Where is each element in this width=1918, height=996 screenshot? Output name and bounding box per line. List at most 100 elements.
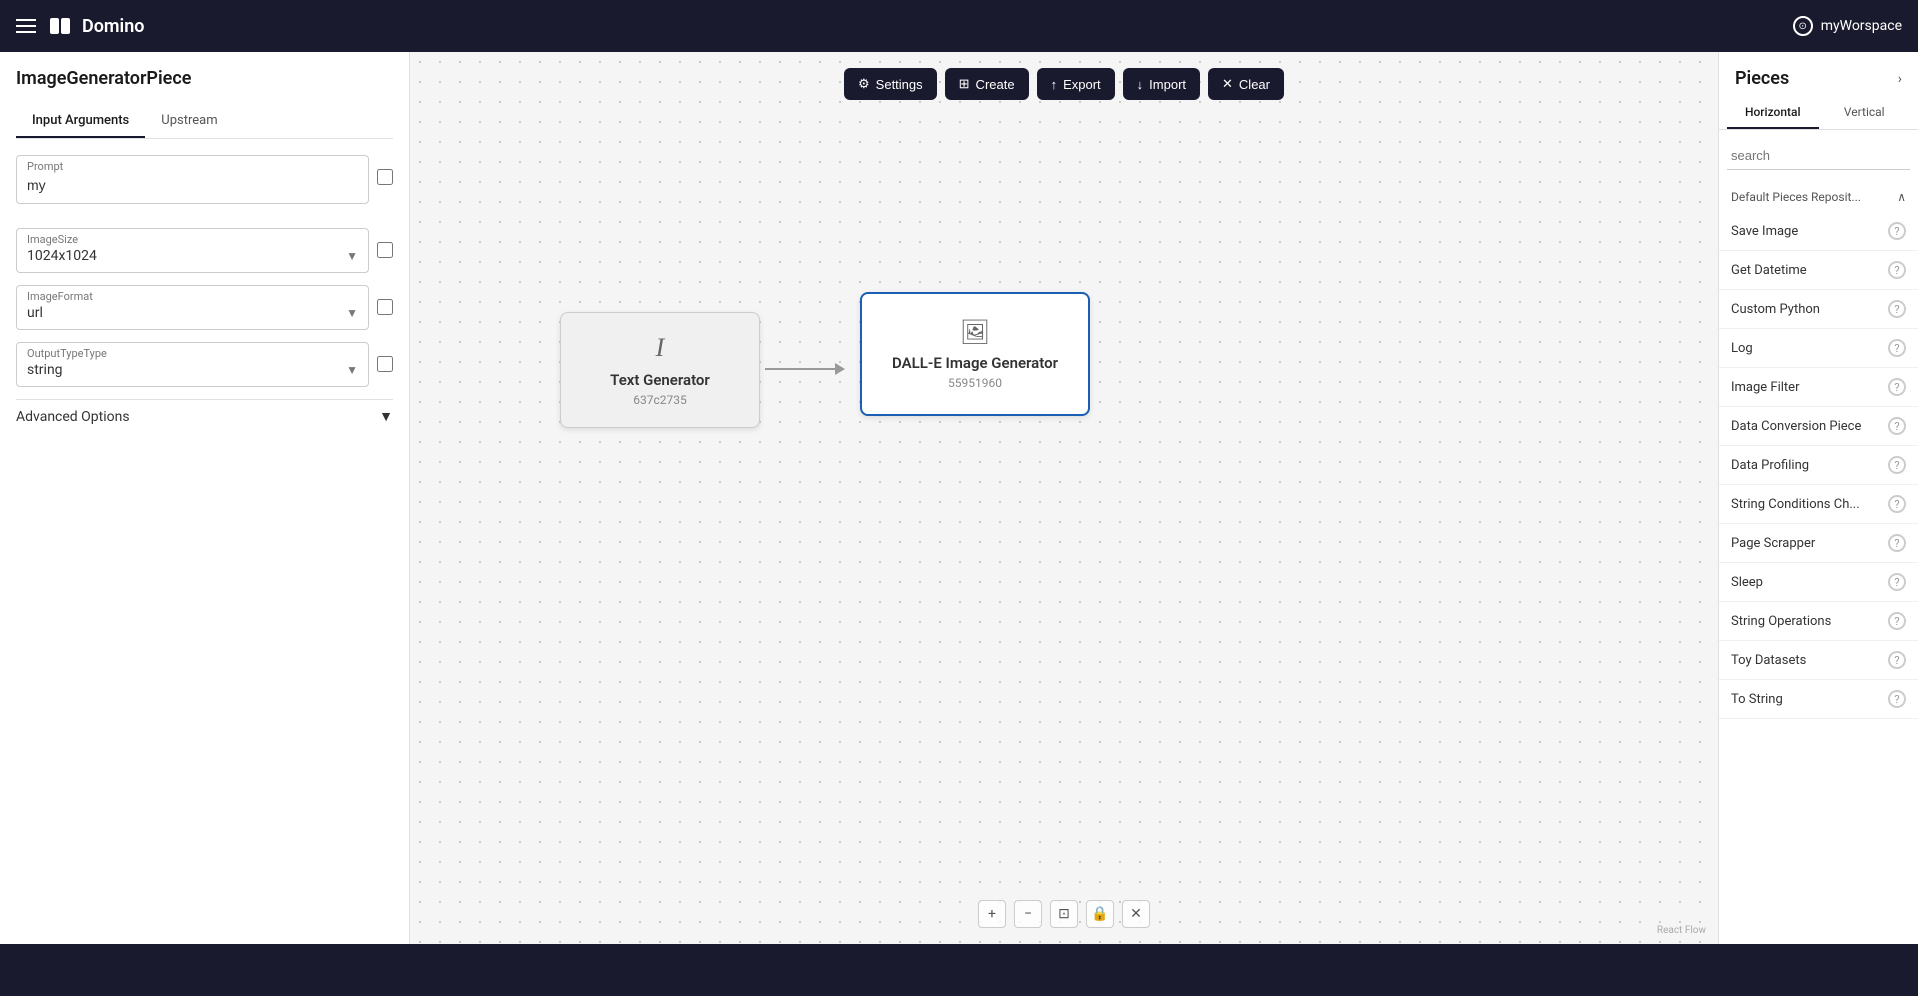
pieces-search-input[interactable] (1727, 142, 1910, 170)
piece-item[interactable]: Custom Python? (1719, 290, 1918, 329)
piece-item[interactable]: String Operations? (1719, 602, 1918, 641)
piece-item-help-icon[interactable]: ? (1888, 339, 1906, 357)
piece-item[interactable]: Toy Datasets? (1719, 641, 1918, 680)
outputtypetype-field-wrapper: OutputTypeType string ▼ (16, 342, 369, 387)
piece-item[interactable]: Log? (1719, 329, 1918, 368)
right-panel: Pieces › Horizontal Vertical Default Pie… (1718, 52, 1918, 944)
settings-icon: ⚙ (858, 76, 870, 92)
input-tab-bar: Input Arguments Upstream (16, 105, 393, 139)
pieces-section-toggle[interactable]: ∧ (1897, 190, 1906, 204)
import-label: Import (1149, 77, 1186, 92)
prompt-label: Prompt (27, 160, 358, 173)
imageformat-select[interactable]: url ▼ (27, 305, 358, 321)
piece-item-label: Get Datetime (1731, 263, 1888, 278)
app-logo: Domino (48, 14, 144, 38)
clear-button[interactable]: ✕ Clear (1208, 68, 1284, 100)
tab-vertical[interactable]: Vertical (1819, 97, 1911, 129)
piece-item-label: Custom Python (1731, 302, 1888, 317)
pieces-section-header: Default Pieces Reposit... ∧ (1719, 182, 1918, 212)
left-panel: ImageGeneratorPiece Input Arguments Upst… (0, 52, 410, 944)
advanced-options-toggle[interactable]: Advanced Options ▼ (16, 399, 393, 433)
piece-item-label: Data Profiling (1731, 458, 1888, 473)
imagesize-checkbox[interactable] (377, 242, 393, 258)
hamburger-menu[interactable] (16, 19, 36, 33)
canvas-area: ⚙ Settings ⊞ Create ↑ Export ↓ Import ✕ … (410, 52, 1718, 944)
piece-item[interactable]: Save Image? (1719, 212, 1918, 251)
piece-item-help-icon[interactable]: ? (1888, 261, 1906, 279)
imageformat-label: ImageFormat (27, 290, 358, 303)
fit-button[interactable]: ⊡ (1050, 900, 1078, 928)
dalle-id: 55951960 (882, 376, 1068, 390)
piece-item-label: Toy Datasets (1731, 653, 1888, 668)
piece-item[interactable]: Get Datetime? (1719, 251, 1918, 290)
piece-item[interactable]: Page Scrapper? (1719, 524, 1918, 563)
flow-arrow (765, 363, 845, 375)
import-button[interactable]: ↓ Import (1123, 68, 1200, 100)
lock-button[interactable]: 🔒 (1086, 900, 1114, 928)
outputtypetype-arrow-icon: ▼ (346, 363, 358, 377)
imageformat-field-wrapper: ImageFormat url ▼ (16, 285, 369, 330)
tab-input-arguments[interactable]: Input Arguments (16, 105, 145, 138)
react-flow-label: React Flow (1657, 925, 1706, 936)
imageformat-checkbox[interactable] (377, 299, 393, 315)
piece-item-help-icon[interactable]: ? (1888, 456, 1906, 474)
zoom-out-button[interactable]: − (1014, 900, 1042, 928)
clear-icon: ✕ (1222, 76, 1233, 92)
settings-label: Settings (876, 77, 923, 92)
pieces-list: Save Image?Get Datetime?Custom Python?Lo… (1719, 212, 1918, 719)
piece-item-label: Log (1731, 341, 1888, 356)
dalle-title: DALL-E Image Generator (882, 354, 1068, 372)
piece-item[interactable]: Data Profiling? (1719, 446, 1918, 485)
text-generator-icon: I (577, 333, 743, 363)
domino-logo-icon (48, 14, 72, 38)
imagesize-select-wrapper: ImageSize 1024x1024 ▼ (16, 228, 369, 273)
piece-item-help-icon[interactable]: ? (1888, 300, 1906, 318)
pieces-tab-bar: Horizontal Vertical (1719, 97, 1918, 130)
outputtypetype-select[interactable]: string ▼ (27, 362, 358, 378)
arrow-line (765, 368, 835, 370)
right-panel-title: Pieces (1735, 68, 1789, 89)
outputtypetype-select-wrapper: OutputTypeType string ▼ (16, 342, 369, 387)
zoom-in-button[interactable]: + (978, 900, 1006, 928)
user-avatar-icon: ⊙ (1793, 16, 1813, 36)
clear-label: Clear (1239, 77, 1270, 92)
right-panel-toggle-button[interactable]: › (1898, 71, 1902, 87)
piece-item-help-icon[interactable]: ? (1888, 534, 1906, 552)
piece-item-label: Image Filter (1731, 380, 1888, 395)
arrow-head-icon (835, 363, 845, 375)
text-generator-node[interactable]: I Text Generator 637c2735 (560, 312, 760, 428)
piece-item[interactable]: Image Filter? (1719, 368, 1918, 407)
settings-button[interactable]: ⚙ Settings (844, 68, 937, 100)
prompt-checkbox[interactable] (377, 169, 393, 185)
piece-item[interactable]: Data Conversion Piece? (1719, 407, 1918, 446)
piece-item-help-icon[interactable]: ? (1888, 573, 1906, 591)
tab-horizontal[interactable]: Horizontal (1727, 97, 1819, 129)
expand-button[interactable]: ✕ (1122, 900, 1150, 928)
piece-item-help-icon[interactable]: ? (1888, 690, 1906, 708)
tab-upstream[interactable]: Upstream (145, 105, 233, 138)
create-label: Create (976, 77, 1015, 92)
export-label: Export (1063, 77, 1101, 92)
piece-item-help-icon[interactable]: ? (1888, 495, 1906, 513)
piece-item-help-icon[interactable]: ? (1888, 222, 1906, 240)
piece-item[interactable]: String Conditions Ch...? (1719, 485, 1918, 524)
user-menu[interactable]: ⊙ myWorspace (1793, 16, 1902, 36)
dalle-node[interactable]: 🖼 DALL-E Image Generator 55951960 (860, 292, 1090, 416)
export-icon: ↑ (1051, 77, 1058, 92)
export-button[interactable]: ↑ Export (1037, 68, 1115, 100)
piece-item-help-icon[interactable]: ? (1888, 612, 1906, 630)
user-label: myWorspace (1821, 18, 1902, 34)
piece-item-help-icon[interactable]: ? (1888, 651, 1906, 669)
piece-item[interactable]: To String? (1719, 680, 1918, 719)
outputtypetype-label: OutputTypeType (27, 347, 358, 360)
prompt-input[interactable] (27, 175, 358, 195)
outputtypetype-checkbox[interactable] (377, 356, 393, 372)
right-panel-header: Pieces › (1719, 52, 1918, 97)
prompt-field-row: Prompt (16, 155, 393, 216)
imagesize-select[interactable]: 1024x1024 ▼ (27, 248, 358, 264)
piece-item-help-icon[interactable]: ? (1888, 378, 1906, 396)
create-button[interactable]: ⊞ Create (945, 68, 1029, 100)
imageformat-arrow-icon: ▼ (346, 306, 358, 320)
piece-item-help-icon[interactable]: ? (1888, 417, 1906, 435)
piece-item[interactable]: Sleep? (1719, 563, 1918, 602)
